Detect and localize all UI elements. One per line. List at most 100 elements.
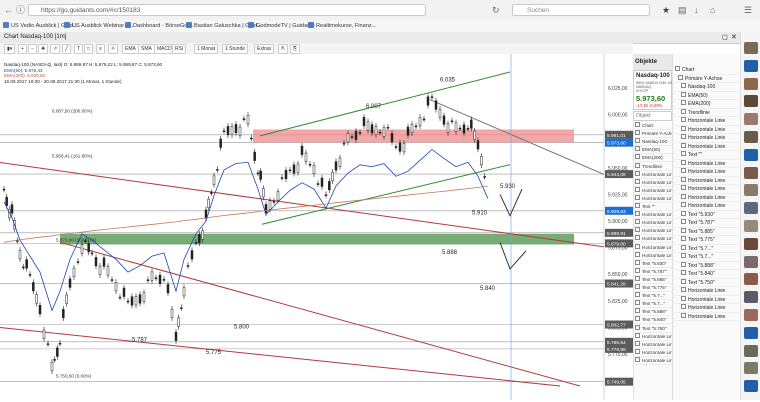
draw-fib-button[interactable]: ≡ <box>96 44 105 54</box>
bookmark-item[interactable]: Dashboard - BörseGo ... <box>125 21 194 31</box>
draw-shape-button[interactable]: □ <box>84 44 94 54</box>
object-item[interactable]: Primäre Y-Achse <box>633 130 672 139</box>
object-item[interactable]: EMA(50) <box>633 146 672 155</box>
object-item[interactable]: Horizontale Linie <box>633 186 672 195</box>
checkbox-icon[interactable] <box>681 312 686 318</box>
object-tree-item[interactable]: Trendlinie <box>672 108 740 117</box>
fullscreen-button[interactable]: ⇱ <box>278 44 289 54</box>
checkbox-icon[interactable] <box>681 287 686 292</box>
checkbox-icon[interactable] <box>635 267 640 273</box>
url-input[interactable]: https://go.guidants.com/#c/150183 <box>28 4 426 16</box>
reload-icon[interactable]: ↻ <box>492 5 500 15</box>
object-item[interactable]: Chart <box>633 122 672 131</box>
checkbox-icon[interactable] <box>635 251 640 257</box>
checkbox-icon[interactable] <box>681 125 686 131</box>
avatar-10-icon[interactable] <box>744 237 758 250</box>
checkbox-icon[interactable] <box>681 151 686 156</box>
checkbox-icon[interactable] <box>635 227 640 233</box>
library-icon[interactable]: ▤ <box>678 5 687 15</box>
checkbox-icon[interactable] <box>635 340 640 346</box>
object-tree-item[interactable]: Text "5.7..." <box>672 253 740 262</box>
avatar-4-icon[interactable] <box>744 113 758 126</box>
instrument-card[interactable]: Nasdaq-100 WKN: A0AE1X ISIN: US631101102… <box>633 70 672 110</box>
object-tree-item[interactable]: Horizontale Linie <box>672 142 740 151</box>
checkbox-icon[interactable] <box>635 332 640 338</box>
price-chart[interactable]: 6.025,006.000,005.975,005.950,005.925,00… <box>0 54 634 400</box>
checkbox-icon[interactable] <box>681 227 686 233</box>
checkbox-icon[interactable] <box>635 194 640 200</box>
object-tree-item[interactable]: Horizontale Linie <box>672 185 740 194</box>
avatar-16-icon[interactable] <box>744 362 758 375</box>
checkbox-icon[interactable] <box>681 244 686 250</box>
checkbox-icon[interactable] <box>681 219 686 224</box>
checkbox-icon[interactable] <box>635 170 640 176</box>
draw-text-button[interactable]: T <box>74 44 84 54</box>
dpa-afx-logo-icon[interactable] <box>744 380 758 393</box>
checkbox-icon[interactable] <box>681 117 686 122</box>
crosshair-button[interactable]: ✚ <box>38 44 49 54</box>
indicator-sma-button[interactable]: SMA <box>138 44 155 54</box>
object-tree-item[interactable]: Text "" <box>672 151 740 160</box>
object-tree-item[interactable]: Horizontale Linie <box>672 134 740 143</box>
draw-channel-button[interactable]: ≟ <box>108 44 119 54</box>
checkbox-icon[interactable] <box>635 211 640 217</box>
object-item[interactable]: Text "5.7..." <box>633 300 672 309</box>
object-tree-item[interactable]: Primäre Y-Achse <box>672 74 740 83</box>
objects-filter-input[interactable]: Objekt <box>633 111 672 121</box>
object-item[interactable]: Text "5.750" <box>633 324 672 333</box>
object-tree-item[interactable]: Text "5.775" <box>672 236 740 245</box>
chart-type-button[interactable]: ▮▾ <box>4 44 16 54</box>
avatar-11-icon[interactable] <box>744 255 758 268</box>
object-tree-item[interactable]: Horizontale Linie <box>672 304 740 313</box>
checkbox-icon[interactable] <box>635 178 640 184</box>
checkbox-icon[interactable] <box>681 185 686 190</box>
object-tree-item[interactable]: Horizontale Linie <box>672 295 740 304</box>
checkbox-icon[interactable] <box>635 122 640 127</box>
checkbox-icon[interactable] <box>681 108 686 114</box>
object-tree-item[interactable]: Horizontale Linie <box>672 193 740 202</box>
object-tree-item[interactable]: Text "5.885" <box>672 227 740 236</box>
checkbox-icon[interactable] <box>635 324 640 330</box>
avatar-5-icon[interactable] <box>744 131 758 143</box>
checkbox-icon[interactable] <box>675 66 680 71</box>
checkbox-icon[interactable] <box>635 203 640 208</box>
checkbox-icon[interactable] <box>681 83 686 88</box>
object-item[interactable]: Text "5.885" <box>633 275 672 284</box>
checkbox-icon[interactable] <box>635 235 640 241</box>
object-item[interactable]: Text "5.888" <box>633 308 672 317</box>
maximize-icon[interactable]: ◻ <box>722 32 728 43</box>
checkbox-icon[interactable] <box>635 259 640 265</box>
browser-search-input[interactable]: Suchen <box>512 4 650 16</box>
object-tree-item[interactable]: Horizontale Linie <box>672 159 740 168</box>
home-icon[interactable]: ⌂ <box>710 5 715 15</box>
checkbox-icon[interactable] <box>681 236 686 241</box>
bookmark-item[interactable]: Realtimekurse, Finanz... <box>308 21 376 31</box>
checkbox-icon[interactable] <box>635 130 640 136</box>
checkbox-icon[interactable] <box>681 142 686 148</box>
checkbox-icon[interactable] <box>635 284 640 289</box>
checkbox-icon[interactable] <box>681 91 686 97</box>
avatar-2-icon[interactable] <box>744 77 758 90</box>
bookmark-item[interactable]: GodmodeTV | Guidants <box>248 21 315 31</box>
checkbox-icon[interactable] <box>635 292 640 298</box>
object-item[interactable]: Horizontale Linie <box>633 194 672 203</box>
checkbox-icon[interactable] <box>635 219 640 225</box>
avatar-3-icon[interactable] <box>744 95 758 108</box>
object-item[interactable]: Horizontale Linie <box>633 356 672 365</box>
checkbox-icon[interactable] <box>635 275 640 281</box>
indicator-rsi-button[interactable]: RSI <box>172 44 187 54</box>
indicator-ema-button[interactable]: EMA <box>122 44 139 54</box>
checkbox-icon[interactable] <box>635 300 640 306</box>
dpa-afx-logo-icon[interactable] <box>744 326 758 339</box>
dpa-afx-logo-icon[interactable] <box>744 59 758 72</box>
bookmark-item[interactable]: US Ausblick Webinar | ... <box>64 21 133 31</box>
object-item[interactable]: Text "5.840" <box>633 316 672 325</box>
checkbox-icon[interactable] <box>678 74 683 80</box>
checkbox-icon[interactable] <box>681 176 686 182</box>
interval-select[interactable]: 1 Stunde <box>222 44 249 54</box>
zoom-out-button[interactable]: − <box>28 44 37 54</box>
checkbox-icon[interactable] <box>681 168 686 173</box>
avatar-1-icon[interactable] <box>744 42 758 54</box>
checkbox-icon[interactable] <box>635 162 640 168</box>
object-tree-item[interactable]: Horizontale Linie <box>672 117 740 126</box>
